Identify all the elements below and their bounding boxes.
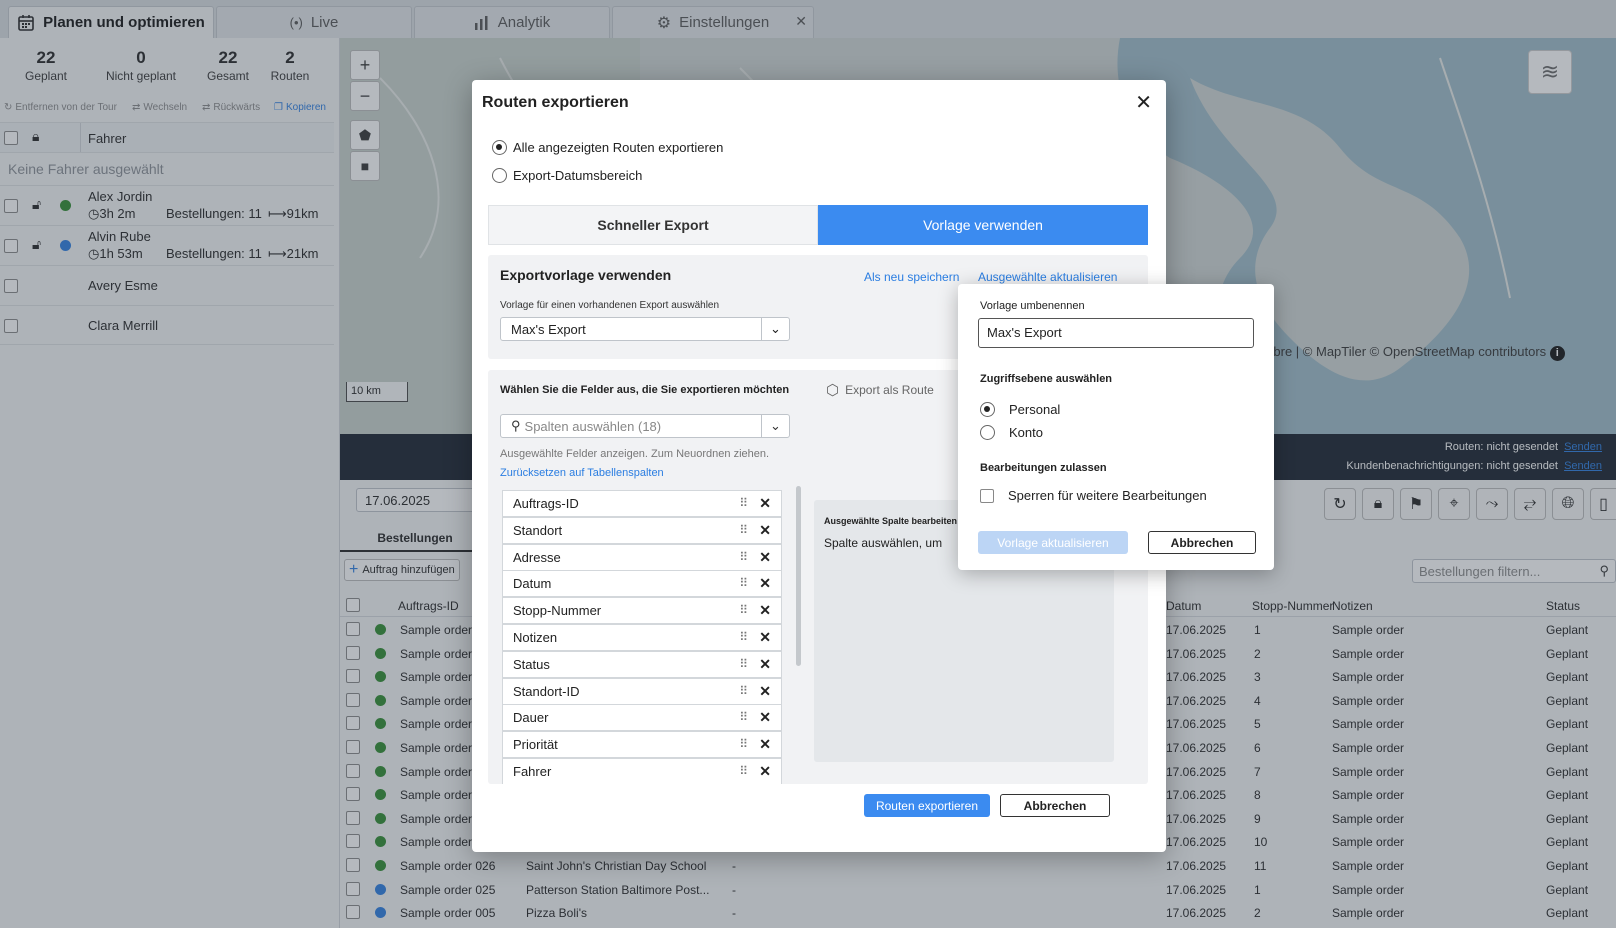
radio-date-range[interactable]: Export-Datumsbereich [492, 168, 642, 183]
drag-handle-icon[interactable]: ⠿ [739, 603, 748, 617]
template-heading: Exportvorlage verwenden [500, 267, 672, 283]
remove-field-icon[interactable]: ✕ [759, 522, 771, 539]
quick-export-tab[interactable]: Schneller Export [488, 205, 818, 245]
export-field-item[interactable]: Standort ⠿ ✕ [502, 516, 782, 544]
allow-edits-label: Bearbeitungen zulassen [980, 462, 1107, 474]
radio-label: Export-Datumsbereich [513, 168, 643, 183]
radio-label: Konto [1009, 425, 1043, 440]
edit-column-hint: Spalte auswählen, um [824, 536, 943, 550]
reset-columns-link[interactable]: Zurücksetzen auf Tabellenspalten [500, 467, 664, 479]
radio-account[interactable]: Konto [980, 425, 1043, 440]
template-select[interactable]: Max's Export ⌄ [500, 317, 790, 341]
drag-handle-icon[interactable]: ⠿ [739, 523, 748, 537]
remove-field-icon[interactable]: ✕ [759, 736, 771, 753]
fields-heading: Wählen Sie die Felder aus, die Sie expor… [500, 384, 790, 396]
field-label: Datum [513, 576, 552, 592]
remove-field-icon[interactable]: ✕ [759, 495, 771, 512]
radio-label: Personal [1009, 402, 1061, 417]
button-label: Abbrechen [1170, 535, 1234, 550]
export-field-item[interactable]: Adresse ⠿ ✕ [502, 543, 782, 571]
use-template-tab[interactable]: Vorlage verwenden [818, 205, 1148, 245]
search-icon: ⚲ [511, 418, 521, 433]
save-as-new-link[interactable]: Als neu speichern [864, 270, 959, 284]
close-icon[interactable]: ✕ [1135, 90, 1152, 115]
update-selected-link[interactable]: Ausgewählte aktualisieren [978, 270, 1117, 284]
access-level-label: Zugriffsebene auswählen [980, 373, 1113, 385]
button-label: Vorlage aktualisieren [997, 535, 1109, 550]
remove-field-icon[interactable]: ✕ [759, 656, 771, 673]
seg-label: Vorlage verwenden [923, 217, 1043, 233]
field-label: Stopp-Nummer [513, 603, 602, 619]
popup-cancel-button[interactable]: Abbrechen [1148, 531, 1256, 554]
radio-button[interactable] [492, 168, 507, 183]
export-field-item[interactable]: Fahrer ⠿ ✕ [502, 758, 782, 784]
drag-handle-icon[interactable]: ⠿ [739, 550, 748, 564]
drag-handle-icon[interactable]: ⠿ [739, 737, 748, 751]
field-label: Adresse [513, 549, 561, 565]
field-label: Dauer [513, 710, 549, 726]
rename-input[interactable]: Max's Export [978, 318, 1254, 348]
lock-edits-checkbox[interactable]: Sperren für weitere Bearbeitungen [980, 488, 1207, 503]
remove-field-icon[interactable]: ✕ [759, 709, 771, 726]
radio-button[interactable] [980, 402, 995, 417]
export-field-item[interactable]: Datum ⠿ ✕ [502, 570, 782, 598]
seg-label: Schneller Export [597, 217, 709, 233]
remove-field-icon[interactable]: ✕ [759, 602, 771, 619]
rename-label: Vorlage umbenennen [980, 300, 1085, 312]
field-label: Standort-ID [513, 683, 580, 699]
field-label: Priorität [513, 737, 558, 753]
field-label: Status [513, 656, 550, 672]
box-icon: ⬡ [826, 382, 840, 399]
radio-export-all[interactable]: Alle angezeigten Routen exportieren [492, 140, 723, 155]
export-field-item[interactable]: Notizen ⠿ ✕ [502, 624, 782, 651]
export-field-item[interactable]: Auftrags-ID ⠿ ✕ [502, 490, 782, 517]
drag-handle-icon[interactable]: ⠿ [739, 764, 748, 778]
edit-column-heading: Ausgewählte Spalte bearbeiten [824, 516, 958, 526]
dialog-title: Routen exportieren [482, 94, 629, 111]
chevron-down-icon: ⌄ [761, 318, 789, 340]
select-value: Max's Export [511, 321, 586, 337]
radio-personal[interactable]: Personal [980, 402, 1060, 417]
export-field-item[interactable]: Status ⠿ ✕ [502, 650, 782, 678]
update-template-button[interactable]: Vorlage aktualisieren [978, 531, 1128, 554]
radio-button[interactable] [980, 425, 995, 440]
remove-field-icon[interactable]: ✕ [759, 763, 771, 780]
drag-handle-icon[interactable]: ⠿ [739, 630, 748, 644]
columns-placeholder: Spalten auswählen (18) [524, 418, 662, 434]
field-label: Fahrer [513, 764, 552, 779]
chevron-down-icon: ⌄ [761, 415, 789, 437]
field-list: Auftrags-ID ⠿ ✕ Standort ⠿ ✕ Adresse ⠿ ✕ Datum ⠿ ✕ S… [488, 490, 788, 784]
checkbox-label: Sperren für weitere Bearbeitungen [1008, 488, 1207, 503]
cancel-button[interactable]: Abbrechen [1000, 794, 1110, 817]
scrollbar[interactable] [796, 486, 801, 666]
export-as-route-button[interactable]: ⬡ Export als Route [826, 381, 934, 399]
drag-handle-icon[interactable]: ⠿ [739, 576, 748, 590]
export-as-route-label: Export als Route [845, 383, 934, 397]
button-label: Routen exportieren [875, 798, 979, 813]
field-label: Notizen [513, 630, 558, 645]
export-field-item[interactable]: Priorität ⠿ ✕ [502, 731, 782, 759]
remove-field-icon[interactable]: ✕ [759, 549, 771, 566]
export-field-item[interactable]: Stopp-Nummer ⠿ ✕ [502, 597, 782, 625]
fields-hint: Ausgewählte Felder anzeigen. Zum Neuordn… [500, 448, 770, 460]
remove-field-icon[interactable]: ✕ [759, 575, 771, 592]
field-label: Auftrags-ID [513, 496, 579, 511]
drag-handle-icon[interactable]: ⠿ [739, 684, 748, 698]
button-label: Abbrechen [1023, 798, 1087, 813]
checkbox[interactable] [980, 488, 994, 503]
rename-template-popup: Vorlage umbenennen Max's Export Zugriffs… [958, 284, 1274, 570]
radio-label: Alle angezeigten Routen exportieren [513, 140, 724, 155]
export-field-item[interactable]: Standort-ID ⠿ ✕ [502, 677, 782, 705]
remove-field-icon[interactable]: ✕ [759, 629, 771, 646]
export-field-item[interactable]: Dauer ⠿ ✕ [502, 704, 782, 732]
drag-handle-icon[interactable]: ⠿ [739, 496, 748, 510]
drag-handle-icon[interactable]: ⠿ [739, 710, 748, 724]
export-routes-button[interactable]: Routen exportieren [864, 794, 990, 817]
drag-handle-icon[interactable]: ⠿ [739, 657, 748, 671]
remove-field-icon[interactable]: ✕ [759, 683, 771, 700]
field-label: Standort [513, 522, 563, 538]
template-select-label: Vorlage für einen vorhandenen Export aus… [500, 300, 720, 311]
columns-select[interactable]: ⚲ Spalten auswählen (18) ⌄ [500, 414, 790, 438]
radio-button[interactable] [492, 140, 507, 155]
